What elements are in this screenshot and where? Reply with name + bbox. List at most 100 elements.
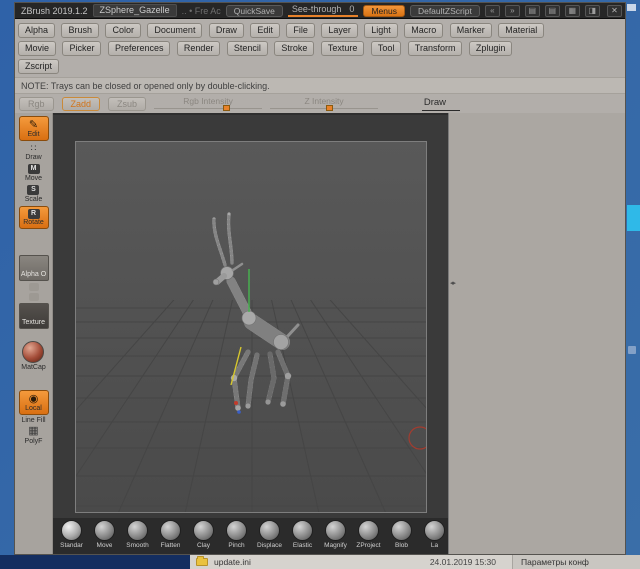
- polyframe-grid-icon: ▦: [28, 425, 39, 437]
- local-symmetry-button[interactable]: ◉ Local: [18, 390, 49, 415]
- menu-item-edit[interactable]: Edit: [250, 23, 280, 38]
- menu-item-color[interactable]: Color: [105, 23, 141, 38]
- tray-scroll-arrows-icon[interactable]: ◂▸: [450, 279, 456, 287]
- alpha-selector[interactable]: Alpha O: [18, 255, 49, 281]
- menu-item-alpha[interactable]: Alpha: [18, 23, 56, 38]
- brush-magnify[interactable]: Magnify: [319, 520, 352, 549]
- gazelle-zsphere-model: [76, 142, 426, 512]
- texture-selector[interactable]: Texture: [18, 303, 49, 329]
- brush-zproject[interactable]: ZProject: [352, 520, 385, 549]
- brush-elastic[interactable]: Elastic: [286, 520, 319, 549]
- rotate-tool-button[interactable]: R Rotate: [18, 206, 49, 229]
- menu-item-transform[interactable]: Transform: [407, 41, 463, 56]
- zadd-button[interactable]: Zadd: [61, 96, 101, 111]
- menu-item-stroke[interactable]: Stroke: [274, 41, 315, 56]
- brush-lazy[interactable]: La: [418, 520, 451, 549]
- brush-sphere-icon: [160, 520, 181, 541]
- disabled-icon: [28, 293, 39, 301]
- menu-item-layer[interactable]: Layer: [321, 23, 358, 38]
- slider-thumb[interactable]: [326, 105, 334, 111]
- edit-tool-button[interactable]: ✎ Edit: [18, 116, 49, 141]
- menu-item-material[interactable]: Material: [498, 23, 545, 38]
- brush-clay[interactable]: Clay: [187, 520, 220, 549]
- scale-tool-label: Scale: [24, 196, 43, 203]
- brush-flatten[interactable]: Flatten: [154, 520, 187, 549]
- local-label: Local: [25, 405, 42, 412]
- main-area: ✎ Edit ∷ Draw M Move S Scale R Rotate Al…: [15, 113, 625, 554]
- document-area[interactable]: [75, 141, 427, 513]
- pencil-icon: ✎: [28, 119, 39, 131]
- line-fill-control[interactable]: Line Fill ▦ PolyF: [21, 417, 45, 446]
- scroll-right-icon[interactable]: »: [504, 4, 520, 17]
- draw-dots-icon: ∷: [30, 143, 37, 153]
- menu-item-document[interactable]: Document: [147, 23, 203, 38]
- texture-label: Texture: [22, 319, 45, 326]
- brush-displace[interactable]: Displace: [253, 520, 286, 549]
- rgb-button[interactable]: Rgb: [19, 96, 54, 111]
- close-icon[interactable]: ✕: [607, 4, 622, 17]
- slider-thumb[interactable]: [223, 105, 231, 111]
- menu-item-picker[interactable]: Picker: [62, 41, 102, 56]
- menu-item-marker[interactable]: Marker: [449, 23, 492, 38]
- draw-tool-button[interactable]: ∷ Draw: [25, 143, 41, 162]
- draw-mode-label: Draw: [421, 97, 460, 111]
- titlebar-extra-text: .. • Fre Ac: [181, 5, 221, 16]
- scroll-left-icon[interactable]: «: [484, 4, 500, 17]
- menu-item-texture[interactable]: Texture: [320, 41, 365, 56]
- scale-tool-button[interactable]: S Scale: [24, 185, 43, 204]
- material-selector[interactable]: MatCap: [21, 341, 46, 372]
- copy-document-icon[interactable]: ▤: [524, 4, 540, 17]
- zsub-button[interactable]: Zsub: [108, 96, 147, 111]
- explorer-row[interactable]: update.ini 24.01.2019 15:30 Параметры ко…: [190, 555, 640, 569]
- folder-icon: [196, 556, 208, 566]
- brush-sphere-icon: [424, 520, 445, 541]
- menu-item-zscript[interactable]: Zscript: [18, 59, 59, 74]
- see-through-slider[interactable]: See-through 0: [287, 4, 359, 17]
- viewport-canvas[interactable]: [53, 113, 448, 518]
- divider-toggle-icon[interactable]: ◨: [584, 4, 600, 17]
- rgb-intensity-slider[interactable]: Rgb Intensity: [154, 96, 263, 111]
- menu-item-preferences[interactable]: Preferences: [107, 41, 171, 56]
- z-intensity-slider[interactable]: Z Intensity: [270, 96, 379, 111]
- default-zscript-button[interactable]: DefaultZScript: [409, 4, 480, 17]
- move-tool-button[interactable]: M Move: [25, 164, 42, 183]
- alpha-label: Alpha O: [20, 271, 47, 278]
- menu-item-macro[interactable]: Macro: [404, 23, 444, 38]
- brush-sphere-icon: [226, 520, 247, 541]
- menus-button[interactable]: Menus: [363, 4, 405, 17]
- menu-row-3: Zscript: [17, 58, 623, 75]
- explorer-file-name[interactable]: update.ini: [214, 557, 251, 567]
- quicksave-button[interactable]: QuickSave: [225, 4, 283, 17]
- left-toolbar: ✎ Edit ∷ Draw M Move S Scale R Rotate Al…: [15, 113, 53, 554]
- explorer-panel-title: Параметры конф: [512, 555, 640, 569]
- menu-item-draw[interactable]: Draw: [208, 23, 244, 38]
- menu-item-brush[interactable]: Brush: [61, 23, 99, 38]
- menu-item-zplugin[interactable]: Zplugin: [468, 41, 513, 56]
- brush-shelf: Standar Move Smooth Flatten Clay Pinch D…: [53, 518, 448, 554]
- desktop-window-icon[interactable]: [627, 4, 636, 11]
- brush-sphere-icon: [391, 520, 412, 541]
- brush-blob[interactable]: Blob: [385, 520, 418, 549]
- rotate-icon: R: [27, 209, 40, 219]
- explorer-file-date: 24.01.2019 15:30: [429, 557, 496, 567]
- local-circle-icon: ◉: [28, 393, 39, 405]
- menu-item-light[interactable]: Light: [364, 23, 398, 38]
- right-tray[interactable]: ◂▸: [448, 113, 625, 554]
- slider-track: [270, 108, 379, 109]
- grid-toggle-icon[interactable]: ▦: [564, 4, 580, 17]
- document-tab[interactable]: ZSphere_Gazelle: [92, 4, 177, 17]
- disabled-icon: [28, 283, 39, 291]
- menu-item-file[interactable]: File: [286, 23, 315, 38]
- brush-move[interactable]: Move: [88, 520, 121, 549]
- brush-pinch[interactable]: Pinch: [220, 520, 253, 549]
- brush-smooth[interactable]: Smooth: [121, 520, 154, 549]
- brush-standard[interactable]: Standar: [55, 520, 88, 549]
- background-window-edge[interactable]: [627, 205, 640, 231]
- brush-sphere-icon: [292, 520, 313, 541]
- menu-item-render[interactable]: Render: [176, 41, 221, 56]
- menu-item-movie[interactable]: Movie: [18, 41, 57, 56]
- paste-document-icon[interactable]: ▤: [544, 4, 560, 17]
- desktop-shortcut-icon[interactable]: [628, 346, 636, 354]
- menu-item-stencil[interactable]: Stencil: [226, 41, 268, 56]
- menu-item-tool[interactable]: Tool: [370, 41, 402, 56]
